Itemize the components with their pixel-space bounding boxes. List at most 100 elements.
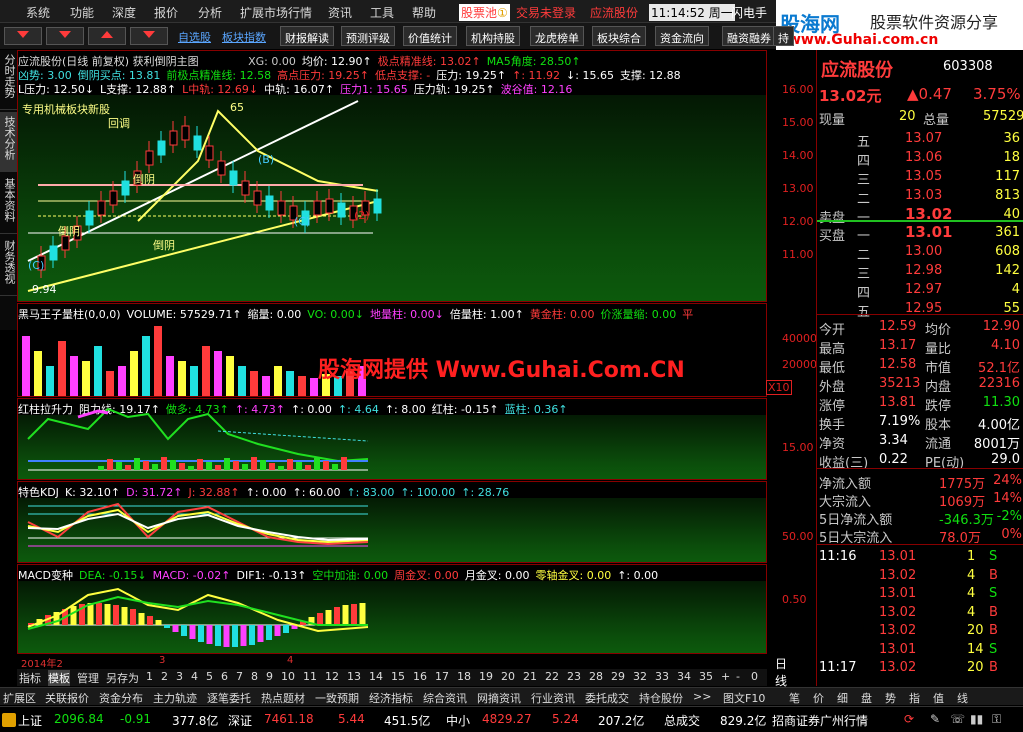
volume-panel[interactable]: 黑马王子量柱(0,0,0) VOLUME: 57529.71↑ 缩量: 0.00 VO… (17, 303, 817, 397)
bottom-tab[interactable]: 2 (161, 670, 168, 683)
refresh-icon[interactable]: ⟳ (904, 712, 914, 726)
function-tab[interactable]: 扩展区 (3, 690, 36, 706)
toolbar-button[interactable]: 融资融券 (722, 26, 776, 46)
bottom-tab[interactable]: 4 (191, 670, 198, 683)
function-tab[interactable]: 综合资讯 (423, 690, 467, 706)
bottom-tab[interactable]: 22 (545, 670, 559, 683)
menu-item[interactable]: 报价 (154, 4, 178, 21)
toolbar-button[interactable]: 龙虎榜单 (530, 26, 584, 46)
bottom-tab[interactable]: + (721, 670, 730, 683)
bottom-tab[interactable]: 另存为 (106, 670, 139, 686)
bottom-tab[interactable]: 6 (221, 670, 228, 683)
bottom-tab[interactable]: 14 (369, 670, 383, 683)
menu-item[interactable]: 深度 (112, 4, 136, 21)
bottom-tab[interactable]: 10 (281, 670, 295, 683)
bottom-tab[interactable]: 7 (236, 670, 243, 683)
bottom-tab[interactable]: 16 (413, 670, 427, 683)
tab-intraday[interactable]: 分时走势 (0, 50, 17, 110)
function-tab[interactable]: 图文F10 (723, 690, 765, 706)
flash-trade-button[interactable]: 闪电手 (731, 4, 767, 21)
toolbar-button[interactable]: 机构持股 (466, 26, 520, 46)
function-tab[interactable]: >> (693, 690, 711, 703)
bottom-tab[interactable]: 11 (303, 670, 317, 683)
main-kline-panel[interactable]: 应流股份(日线 前复权) 获利倒阴主图 XG: 0.00 均价: 12.90↑ 极点… (17, 50, 814, 302)
function-tab[interactable]: 指 (909, 690, 920, 706)
function-tab[interactable]: 一致预期 (315, 690, 359, 706)
bottom-tab[interactable]: 8 (251, 670, 258, 683)
bottom-tab[interactable]: 1 (146, 670, 153, 683)
menu-item[interactable]: 帮助 (412, 4, 436, 21)
menu-item[interactable]: 扩展市场行情 (240, 4, 312, 21)
bottom-tab[interactable]: 32 (633, 670, 647, 683)
toolbar-button[interactable]: 持 (773, 26, 794, 46)
nav-left-button[interactable] (4, 27, 42, 45)
sector-index-link[interactable]: 板块指数 (222, 29, 266, 45)
bottom-tab[interactable]: 管理 (77, 670, 99, 686)
bottom-tab[interactable]: 13 (347, 670, 361, 683)
watchlist-link[interactable]: 自选股 (178, 29, 211, 45)
bottom-tab[interactable]: 5 (206, 670, 213, 683)
menu-item[interactable]: 分析 (198, 4, 222, 21)
toolbar-button[interactable]: 预测评级 (341, 26, 395, 46)
nav-back-button[interactable] (46, 27, 84, 45)
bottom-tab[interactable]: 18 (457, 670, 471, 683)
function-tab[interactable]: 势 (885, 690, 896, 706)
nav-down-button[interactable] (130, 27, 168, 45)
function-tab[interactable]: 热点题材 (261, 690, 305, 706)
bottom-tab[interactable]: - (736, 670, 740, 683)
bottom-tab[interactable]: 35 (699, 670, 713, 683)
function-tab[interactable]: 资金分布 (99, 690, 143, 706)
function-tab[interactable]: 主力轨迹 (153, 690, 197, 706)
function-tab[interactable]: 线 (957, 690, 968, 706)
bottom-tab[interactable]: 9 (266, 670, 273, 683)
nav-up-button[interactable] (88, 27, 126, 45)
period-label[interactable]: 日线 (775, 655, 787, 689)
bottom-tab[interactable]: 12 (325, 670, 339, 683)
function-tab[interactable]: 细 (837, 690, 848, 706)
function-tab[interactable]: 逐笔委托 (207, 690, 251, 706)
bottom-tab[interactable]: 19 (479, 670, 493, 683)
hongzhu-panel[interactable]: 红柱拉升力 阻力线: 19.17↑ 做多: 4.73↑ ↑: 4.73↑ ↑: 0.00… (17, 398, 814, 480)
tab-finance[interactable]: 财务透视 (0, 236, 17, 296)
menu-item[interactable]: 资讯 (328, 4, 352, 21)
bottom-tab[interactable]: 34 (677, 670, 691, 683)
menu-item[interactable]: 系统 (26, 4, 50, 21)
bottom-tab[interactable]: 28 (589, 670, 603, 683)
function-tab[interactable]: 关联报价 (45, 690, 89, 706)
bottom-tab[interactable]: 20 (501, 670, 515, 683)
bottom-tab[interactable]: 指标 (19, 670, 41, 686)
kdj-panel[interactable]: 特色KDJ K: 32.10↑ D: 31.72↑ J: 32.88↑ ↑: 0.00 ↑… (17, 481, 814, 563)
tools-icon[interactable]: ✎ (930, 712, 940, 726)
tab-profile[interactable]: 基本资料 (0, 174, 17, 234)
bottom-tab[interactable]: 3 (176, 670, 183, 683)
bottom-tab[interactable]: 15 (391, 670, 405, 683)
function-tab[interactable]: 笔 (789, 690, 800, 706)
toolbar-button[interactable]: 财报解读 (280, 26, 334, 46)
function-tab[interactable]: 价 (813, 690, 824, 706)
macd-panel[interactable]: MACD变种 DEA: -0.15↓ MACD: -0.02↑ DIF1: -0.13… (17, 564, 807, 654)
function-tab[interactable]: 网摘资讯 (477, 690, 521, 706)
bottom-tab[interactable]: 模板 (48, 670, 70, 686)
bottom-tab[interactable]: 21 (523, 670, 537, 683)
tab-technical[interactable]: 技术分析 (0, 112, 17, 172)
bottom-tab[interactable]: 29 (611, 670, 625, 683)
function-tab[interactable]: 值 (933, 690, 944, 706)
phone-icon[interactable]: ☏ (950, 712, 965, 726)
function-tab[interactable]: 经济指标 (369, 690, 413, 706)
bottom-tab[interactable]: 17 (435, 670, 449, 683)
bottom-tab[interactable]: 0 (751, 670, 758, 683)
function-tab[interactable]: 委托成交 (585, 690, 629, 706)
bottom-tab[interactable]: 23 (567, 670, 581, 683)
lock-icon[interactable]: ⚿ (992, 712, 1001, 727)
function-tab[interactable]: 盘 (861, 690, 872, 706)
function-tab[interactable]: 行业资讯 (531, 690, 575, 706)
menu-item[interactable]: 工具 (370, 4, 394, 21)
menu-item[interactable]: 功能 (70, 4, 94, 21)
toolbar-button[interactable]: 资金流向 (655, 26, 709, 46)
stock-pool-button[interactable]: 股票池① (459, 4, 510, 21)
function-tab[interactable]: 持仓股份 (639, 690, 683, 706)
bottom-tab[interactable]: 33 (655, 670, 669, 683)
trade-login-button[interactable]: 交易未登录 (516, 4, 576, 21)
toolbar-button[interactable]: 板块综合 (592, 26, 646, 46)
toolbar-button[interactable]: 价值统计 (403, 26, 457, 46)
